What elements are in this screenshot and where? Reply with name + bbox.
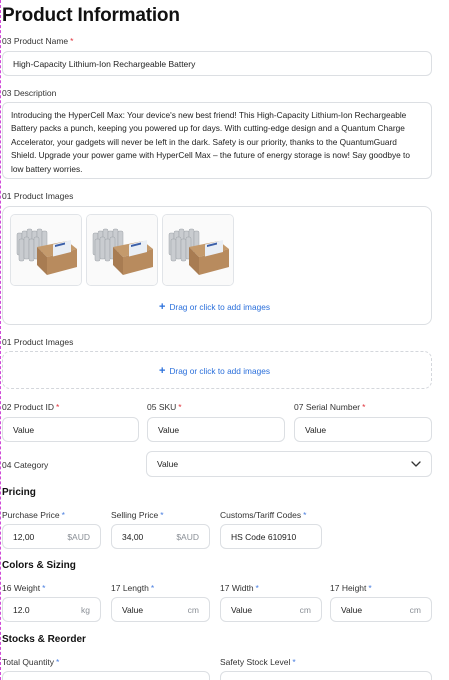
- add-images-link-2[interactable]: + Drag or click to add images: [159, 365, 270, 377]
- battery-pack-image: [87, 215, 157, 285]
- product-id-label: 02 Product ID *: [2, 402, 60, 412]
- height-input[interactable]: Value cm: [330, 597, 432, 622]
- battery-pack-image: [163, 215, 233, 285]
- length-input[interactable]: Value cm: [111, 597, 210, 622]
- product-images-dropzone-2[interactable]: + Drag or click to add images: [2, 351, 432, 389]
- category-label: 04 Category: [2, 460, 49, 470]
- chevron-down-icon: [411, 461, 421, 467]
- description-label: 03 Description: [2, 88, 57, 98]
- pricing-heading: Pricing: [2, 487, 36, 498]
- weight-label: 16 Weight *: [2, 583, 46, 593]
- height-label: 17 Height *: [330, 583, 372, 593]
- selling-price-label: Selling Price *: [111, 510, 164, 520]
- sku-label: 05 SKU *: [147, 402, 182, 412]
- product-id-input[interactable]: Value: [2, 417, 139, 442]
- add-images-link[interactable]: + Drag or click to add images: [159, 301, 270, 313]
- width-label: 17 Width *: [220, 583, 259, 593]
- total-quantity-input[interactable]: [2, 671, 210, 680]
- product-image-thumbnail[interactable]: [86, 214, 158, 286]
- purchase-price-input[interactable]: 12,00 $AUD: [2, 524, 101, 549]
- serial-number-label: 07 Serial Number *: [294, 402, 366, 412]
- product-images-dropzone[interactable]: + Drag or click to add images: [2, 206, 432, 325]
- purchase-price-label: Purchase Price *: [2, 510, 65, 520]
- product-name-label: 03 Product Name *: [2, 36, 74, 46]
- page-title: Product Information: [2, 5, 180, 26]
- battery-pack-image: [11, 215, 81, 285]
- safety-stock-input[interactable]: [220, 671, 432, 680]
- plus-icon: +: [159, 365, 166, 377]
- selling-price-input[interactable]: 34,00 $AUD: [111, 524, 210, 549]
- stocks-reorder-heading: Stocks & Reorder: [2, 634, 86, 645]
- serial-number-input[interactable]: Value: [294, 417, 432, 442]
- sku-input[interactable]: Value: [147, 417, 285, 442]
- product-name-input[interactable]: High-Capacity Lithium-Ion Rechargeable B…: [2, 51, 432, 76]
- description-textarea[interactable]: Introducing the HyperCell Max: Your devi…: [2, 102, 432, 179]
- category-select[interactable]: Value: [146, 451, 432, 477]
- customs-codes-input[interactable]: HS Code 610910: [220, 524, 322, 549]
- colors-sizing-heading: Colors & Sizing: [2, 560, 76, 571]
- length-label: 17 Length *: [111, 583, 155, 593]
- product-images-label: 01 Product Images: [2, 191, 74, 201]
- plus-icon: +: [159, 301, 166, 313]
- product-image-thumbnail[interactable]: [10, 214, 82, 286]
- weight-input[interactable]: 12.0 kg: [2, 597, 101, 622]
- product-images-label-2: 01 Product Images: [2, 337, 74, 347]
- width-input[interactable]: Value cm: [220, 597, 322, 622]
- total-quantity-label: Total Quantity *: [2, 657, 60, 667]
- layout-guide-line: [0, 0, 1, 680]
- safety-stock-label: Safety Stock Level *: [220, 657, 296, 667]
- customs-codes-label: Customs/Tariff Codes *: [220, 510, 307, 520]
- product-image-thumbnail[interactable]: [162, 214, 234, 286]
